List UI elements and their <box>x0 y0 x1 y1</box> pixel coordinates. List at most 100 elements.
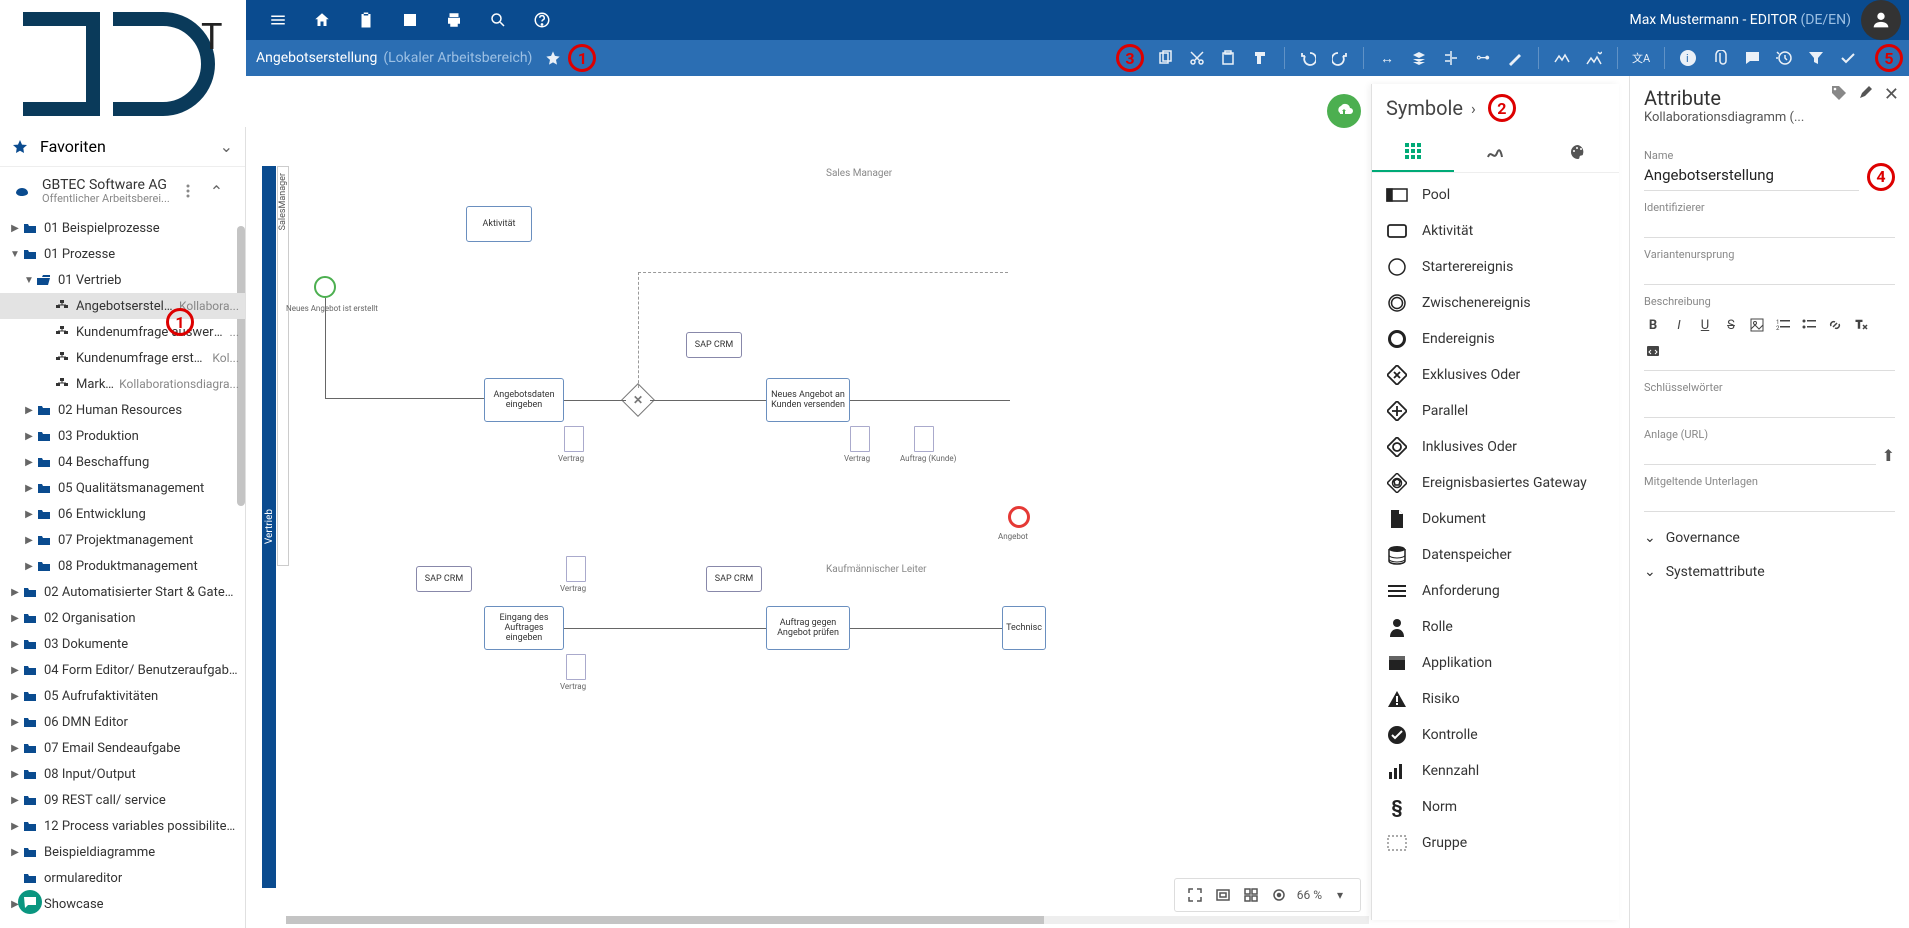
field-value-variant[interactable] <box>1644 261 1895 285</box>
format-painter-icon[interactable] <box>1246 43 1276 73</box>
bpmn-document[interactable] <box>914 426 934 452</box>
history-icon[interactable] <box>1769 43 1799 73</box>
grid-icon[interactable] <box>1241 885 1261 905</box>
help-icon[interactable] <box>520 0 564 40</box>
filter-icon[interactable] <box>1801 43 1831 73</box>
symbol-item-ctrl[interactable]: Kontrolle <box>1372 717 1619 753</box>
tree-arrow[interactable]: ▶ <box>8 743 22 754</box>
tree-arrow[interactable]: ▶ <box>8 223 22 234</box>
tree-arrow[interactable]: ▶ <box>8 613 22 624</box>
symbols-tab-palette[interactable] <box>1537 132 1619 172</box>
align-icon[interactable] <box>1436 43 1466 73</box>
tree-arrow[interactable]: ▶ <box>8 769 22 780</box>
tree-item[interactable]: ▶04 Beschaffung <box>0 449 245 475</box>
tree-item[interactable]: ▶01 Beispielprozesse <box>0 215 245 241</box>
rte-clear-icon[interactable]: T <box>1852 316 1870 334</box>
validate-icon[interactable] <box>1833 43 1863 73</box>
tree-item[interactable]: ▶02 Automatisierter Start & Gateway <box>0 579 245 605</box>
tag-icon[interactable] <box>1830 84 1848 105</box>
rte-bold[interactable]: B <box>1644 316 1662 334</box>
info-icon[interactable]: i <box>1673 43 1703 73</box>
rte-link-icon[interactable] <box>1826 316 1844 334</box>
field-value-ident[interactable] <box>1644 214 1895 238</box>
symbol-item-norm[interactable]: §Norm <box>1372 789 1619 825</box>
tree-item[interactable]: ▶08 Produktmanagement <box>0 553 245 579</box>
bpmn-data-sap-3[interactable]: SAP CRM <box>706 566 762 592</box>
rte-strike[interactable]: S <box>1722 316 1740 334</box>
tree-item[interactable]: ▶05 Aufrufaktivitäten <box>0 683 245 709</box>
comment-icon[interactable] <box>1737 43 1767 73</box>
tree-item[interactable]: ▶07 Projektmanagement <box>0 527 245 553</box>
tree-arrow[interactable]: ▶ <box>8 717 22 728</box>
symbol-item-pool[interactable]: Pool <box>1372 177 1619 213</box>
symbol-item-inc[interactable]: Inklusives Oder <box>1372 429 1619 465</box>
publish-button[interactable] <box>1327 94 1361 128</box>
symbol-item-group[interactable]: Gruppe <box>1372 825 1619 861</box>
symbol-item-req[interactable]: Anforderung <box>1372 573 1619 609</box>
rte-ol-icon[interactable]: 12 <box>1774 316 1792 334</box>
avatar[interactable] <box>1861 0 1901 40</box>
canvas-hscroll[interactable] <box>286 916 1369 924</box>
center-icon[interactable] <box>1269 885 1289 905</box>
bpmn-start-event[interactable] <box>314 276 336 298</box>
tree-item[interactable]: ▶03 Dokumente <box>0 631 245 657</box>
tree-item[interactable]: ▶07 Email Sendeaufgabe <box>0 735 245 761</box>
tree-item[interactable]: ▶08 Input/Output <box>0 761 245 787</box>
section-governance[interactable]: ⌄ Governance <box>1644 530 1895 546</box>
tree-item[interactable]: ▶03 Produktion <box>0 423 245 449</box>
tree-arrow[interactable]: ▶ <box>22 561 36 572</box>
tree-item[interactable]: AngebotserstellungKollabora... <box>0 293 245 319</box>
fullscreen-icon[interactable] <box>1185 885 1205 905</box>
close-icon[interactable]: ✕ <box>1884 84 1899 105</box>
section-systemattr[interactable]: ⌄ Systemattribute <box>1644 564 1895 580</box>
rte-image-icon[interactable] <box>1748 316 1766 334</box>
menu-icon[interactable] <box>256 0 300 40</box>
connector-icon[interactable]: ⊶ <box>1468 43 1498 73</box>
tree-arrow[interactable]: ▶ <box>22 483 36 494</box>
undo-icon[interactable] <box>1293 43 1323 73</box>
symbol-item-start[interactable]: Starterereignis <box>1372 249 1619 285</box>
rte-code-icon[interactable] <box>1644 342 1662 360</box>
tree-arrow[interactable]: ▶ <box>22 509 36 520</box>
favorites-row[interactable]: Favoriten ⌄ <box>0 127 245 167</box>
tree-arrow[interactable]: ▶ <box>8 795 22 806</box>
tree-item[interactable]: ▶02 Human Resources <box>0 397 245 423</box>
tree-item[interactable]: Kundenumfrage erstellenKol... <box>0 345 245 371</box>
symbol-item-app[interactable]: Applikation <box>1372 645 1619 681</box>
search-icon[interactable] <box>476 0 520 40</box>
tree-item[interactable]: ormulareditor <box>0 865 245 891</box>
bpmn-document[interactable] <box>566 556 586 582</box>
bpmn-task-n3[interactable]: Eingang des Auftrages eingeben <box>484 606 564 650</box>
tree-item[interactable]: MarketingKollaborationsdiagra... <box>0 371 245 397</box>
rte-ul-icon[interactable] <box>1800 316 1818 334</box>
tree-arrow[interactable]: ▶ <box>8 821 22 832</box>
rte-underline[interactable]: U <box>1696 316 1714 334</box>
line2-icon[interactable] <box>1579 43 1609 73</box>
field-value-keys[interactable] <box>1644 394 1895 418</box>
tree-item[interactable]: ▼01 Prozesse <box>0 241 245 267</box>
symbol-item-par[interactable]: Parallel <box>1372 393 1619 429</box>
upload-icon[interactable]: ⬆ <box>1876 446 1895 465</box>
lane-header[interactable]: SalesManager <box>277 166 289 566</box>
translate-icon[interactable]: 文A <box>1626 43 1656 73</box>
field-value-docs[interactable] <box>1644 488 1895 512</box>
tree-item[interactable]: ▶04 Form Editor/ Benutzeraufgaben <box>0 657 245 683</box>
tree-item[interactable]: ▶05 Qualitätsmanagement <box>0 475 245 501</box>
workspace-row[interactable]: GBTEC Software AG Öffentlicher Arbeitsbe… <box>0 167 245 215</box>
symbol-item-risk[interactable]: Risiko <box>1372 681 1619 717</box>
symbols-tab-grid[interactable] <box>1372 132 1454 172</box>
print-icon[interactable] <box>432 0 476 40</box>
bpmn-task[interactable]: Aktivität <box>466 206 532 242</box>
help-bubble-icon[interactable] <box>18 890 42 914</box>
zoom-dropdown-icon[interactable]: ▾ <box>1330 885 1350 905</box>
tree-arrow[interactable]: ▶ <box>22 431 36 442</box>
tree-arrow[interactable]: ▶ <box>22 535 36 546</box>
tree-item[interactable]: ▶02 Organisation <box>0 605 245 631</box>
tree-item[interactable]: ▶12 Process variables possibilites (E <box>0 813 245 839</box>
bpmn-data-sap-2[interactable]: SAP CRM <box>416 566 472 592</box>
symbol-item-xor[interactable]: Exklusives Oder <box>1372 357 1619 393</box>
bpmn-document[interactable] <box>564 426 584 452</box>
rte-italic[interactable]: I <box>1670 316 1688 334</box>
tree-item[interactable]: Kundenumfrage auswerten... <box>0 319 245 345</box>
tree-arrow[interactable]: ▶ <box>8 639 22 650</box>
